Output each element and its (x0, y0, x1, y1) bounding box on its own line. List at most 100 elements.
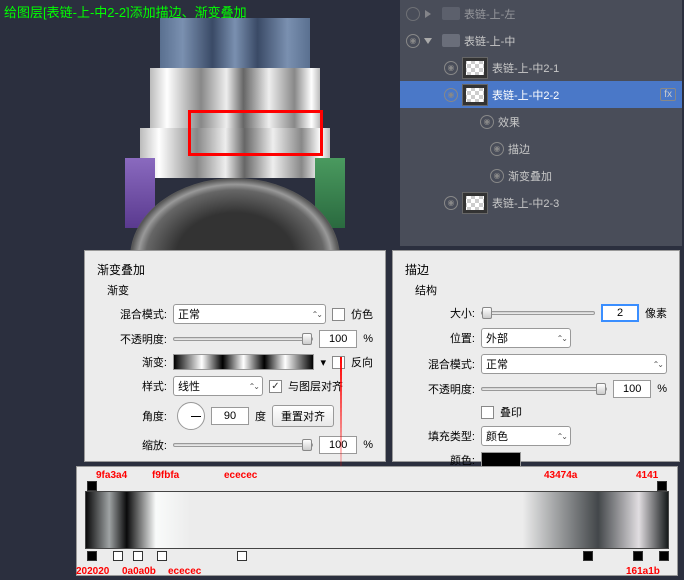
color-stop[interactable] (633, 551, 643, 561)
opacity-stop[interactable] (87, 481, 97, 491)
stop-hex: ececec (168, 566, 201, 577)
angle-label: 角度: (107, 408, 167, 424)
visibility-icon[interactable] (406, 7, 420, 21)
size-slider[interactable] (481, 311, 595, 315)
layer-row-selected[interactable]: ◉ 表链-上-中2-2 fx (400, 81, 682, 108)
color-stop[interactable] (659, 551, 669, 561)
opacity-label: 不透明度: (107, 331, 167, 347)
angle-dial[interactable] (177, 402, 205, 430)
gradient-preview[interactable] (173, 354, 314, 370)
layer-label: 表链-上-中2-3 (492, 195, 559, 211)
blend-mode-label: 混合模式: (107, 306, 167, 322)
reverse-label: 反向 (351, 354, 373, 370)
fill-type-select[interactable]: 颜色 (481, 426, 571, 446)
blend-mode-label: 混合模式: (415, 356, 475, 372)
overprint-checkbox[interactable] (481, 406, 494, 419)
visibility-icon[interactable]: ◉ (406, 34, 420, 48)
highlight-box (188, 110, 323, 156)
opacity-slider[interactable] (481, 387, 607, 391)
deg-label: 度 (255, 408, 266, 424)
layer-label: 表链-上-中 (464, 33, 515, 49)
fill-type-label: 填充类型: (415, 428, 475, 444)
stroke-panel: 描边 结构 大小: 像素 位置: 外部 混合模式: 正常 不透明度: % 叠印 … (392, 250, 680, 462)
visibility-icon[interactable]: ◉ (444, 61, 458, 75)
visibility-icon[interactable]: ◉ (480, 115, 494, 129)
artwork-preview (70, 18, 390, 244)
effects-row[interactable]: ◉ 效果 (400, 108, 682, 135)
scale-input[interactable] (319, 436, 357, 454)
visibility-icon[interactable]: ◉ (444, 196, 458, 210)
gradient-editor[interactable] (76, 466, 678, 576)
dither-checkbox[interactable] (332, 308, 345, 321)
layer-row[interactable]: 表链-上-左 (400, 0, 682, 27)
blend-mode-select[interactable]: 正常 (481, 354, 667, 374)
visibility-icon[interactable]: ◉ (490, 169, 504, 183)
watch-link-top (160, 18, 310, 68)
layer-row[interactable]: ◉ 表链-上-中2-3 (400, 189, 682, 216)
color-stop[interactable] (113, 551, 123, 561)
layer-thumb (462, 84, 488, 106)
visibility-icon[interactable]: ◉ (490, 142, 504, 156)
reverse-checkbox[interactable] (332, 356, 345, 369)
style-select[interactable]: 线性 (173, 376, 263, 396)
layers-panel: 表链-上-左 ◉ 表链-上-中 ◉ 表链-上-中2-1 ◉ 表链-上-中2-2 … (400, 0, 682, 246)
opacity-input[interactable] (613, 380, 651, 398)
align-checkbox[interactable]: ✓ (269, 380, 282, 393)
folder-icon (442, 34, 460, 47)
effects-label: 效果 (498, 114, 520, 130)
gradient-strip[interactable] (85, 491, 669, 549)
panel-subtitle: 结构 (415, 282, 667, 298)
effect-label: 渐变叠加 (508, 168, 552, 184)
size-input[interactable] (601, 304, 639, 322)
stop-hex: f9fbfa (152, 470, 179, 481)
panel-title: 渐变叠加 (97, 261, 373, 278)
gradient-label: 渐变: (107, 354, 167, 370)
angle-input[interactable] (211, 407, 249, 425)
layer-row[interactable]: ◉ 表链-上-中2-1 (400, 54, 682, 81)
folder-icon (442, 7, 460, 20)
stop-hex: 4141 (636, 470, 658, 481)
expand-icon[interactable] (424, 38, 432, 44)
layer-label: 表链-上-中2-2 (492, 87, 559, 103)
color-stop[interactable] (157, 551, 167, 561)
dither-label: 仿色 (351, 306, 373, 322)
stop-hex: 202020 (76, 566, 109, 577)
pct-label: % (657, 383, 667, 395)
layer-thumb (462, 192, 488, 214)
blend-mode-select[interactable]: 正常 (173, 304, 326, 324)
effect-label: 描边 (508, 141, 530, 157)
fx-badge[interactable]: fx (660, 88, 676, 101)
color-stop[interactable] (583, 551, 593, 561)
stop-hex: ececec (224, 470, 257, 481)
effect-stroke-row[interactable]: ◉ 描边 (400, 135, 682, 162)
stop-hex: 43474a (544, 470, 577, 481)
color-stop[interactable] (237, 551, 247, 561)
stop-hex: 0a0a0b (122, 566, 156, 577)
opacity-input[interactable] (319, 330, 357, 348)
opacity-slider[interactable] (173, 337, 313, 341)
opacity-label: 不透明度: (415, 381, 475, 397)
style-label: 样式: (107, 378, 167, 394)
watch-bezel (130, 178, 340, 258)
position-label: 位置: (415, 330, 475, 346)
stop-hex: 161a1b (626, 566, 660, 577)
layer-label: 表链-上-左 (464, 6, 515, 22)
position-select[interactable]: 外部 (481, 328, 571, 348)
px-label: 像素 (645, 305, 667, 321)
reset-align-button[interactable]: 重置对齐 (272, 405, 334, 427)
pct-label: % (363, 333, 373, 345)
layer-label: 表链-上-中2-1 (492, 60, 559, 76)
color-stop[interactable] (133, 551, 143, 561)
layer-thumb (462, 57, 488, 79)
opacity-stop[interactable] (657, 481, 667, 491)
color-stop[interactable] (87, 551, 97, 561)
layer-row[interactable]: ◉ 表链-上-中 (400, 27, 682, 54)
pct-label: % (363, 439, 373, 451)
dropdown-icon[interactable]: ▾ (320, 356, 326, 369)
visibility-icon[interactable]: ◉ (444, 88, 458, 102)
effect-gradient-row[interactable]: ◉ 渐变叠加 (400, 162, 682, 189)
scale-slider[interactable] (173, 443, 313, 447)
expand-icon[interactable] (425, 10, 431, 18)
align-label: 与图层对齐 (288, 378, 343, 394)
stop-hex: 9fa3a4 (96, 470, 127, 481)
